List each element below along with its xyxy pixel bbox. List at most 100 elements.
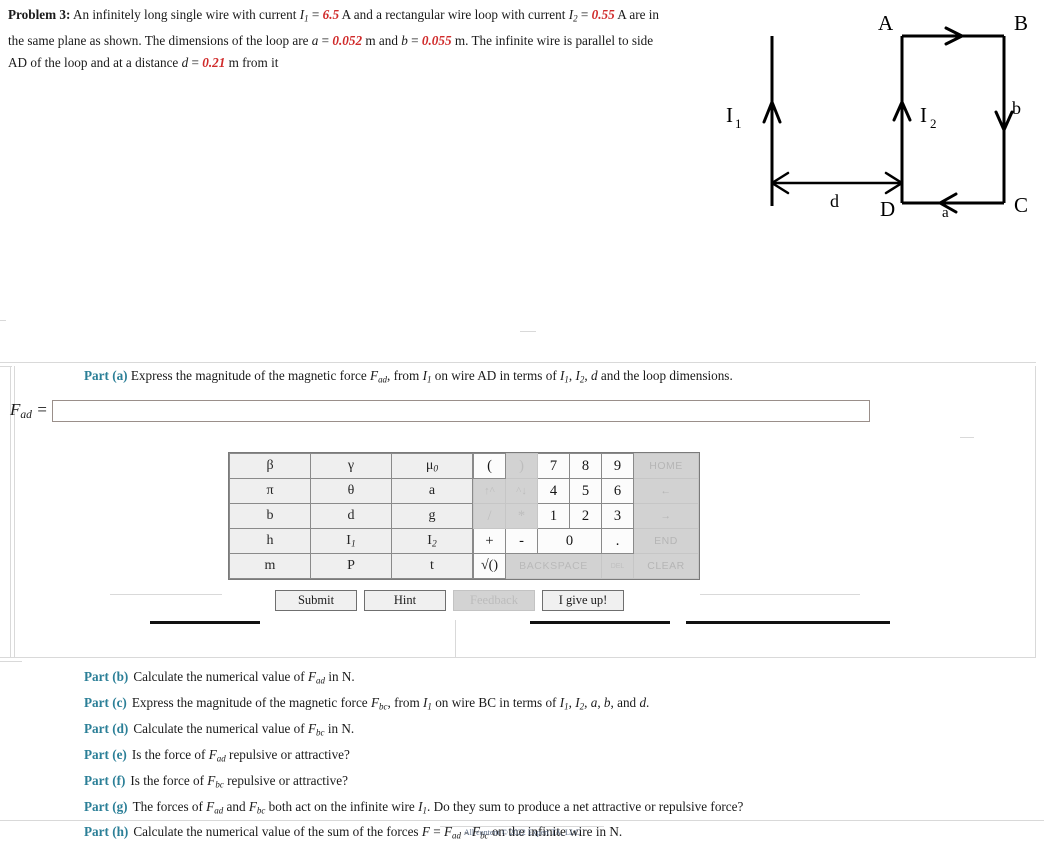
footer-copyright: All content © 2022 Expert TA, LLC — [463, 828, 581, 837]
key-5[interactable]: 5 — [569, 478, 602, 504]
key-plus[interactable]: + — [473, 528, 506, 554]
key-a-label: a — [428, 483, 436, 498]
key-home[interactable]: HOME — [633, 453, 699, 479]
action-button-row: Submit Hint Feedback I give up! — [275, 590, 624, 611]
parts-list: Part (b) Calculate the numerical value of… — [84, 666, 743, 847]
svg-text:A: A — [878, 11, 894, 35]
key-a[interactable]: a — [391, 478, 473, 504]
key-p-label: P — [347, 558, 355, 573]
svg-text:I: I — [920, 103, 927, 127]
svg-text:C: C — [1014, 193, 1028, 217]
key-beta[interactable]: β — [229, 453, 311, 479]
part-item: Part (e) Is the force of Fad repulsive or… — [84, 744, 743, 770]
submit-button[interactable]: Submit — [275, 590, 357, 611]
problem-body: An infinitely long single wire with curr… — [8, 7, 660, 70]
formula-keypad[interactable]: β γ μ0 π θ a b d g h I1 I2 m P t () 7 8… — [228, 452, 700, 580]
page-artifact-line — [960, 437, 974, 438]
feedback-button: Feedback — [453, 590, 535, 611]
key-del[interactable]: DEL — [601, 553, 634, 579]
part-text: Is the force of Fbc repulsive or attract… — [130, 772, 348, 790]
key-close-paren[interactable]: ) — [505, 453, 538, 479]
key-left-arrow[interactable]: ← — [633, 478, 699, 504]
key-i-two-subscript: 2 — [431, 539, 437, 550]
key-superscript-down[interactable]: ^↓ — [505, 478, 538, 504]
page-artifact-line — [110, 594, 222, 595]
part-item: Part (g) The forces of Fad and Fbc both a… — [84, 796, 743, 822]
part-a-text: Express the magnitude of the magnetic fo… — [130, 368, 733, 385]
keypad-row: √() BACKSPACE DEL CLEAR — [473, 553, 699, 579]
key-backspace[interactable]: BACKSPACE — [505, 553, 602, 579]
key-2[interactable]: 2 — [569, 503, 602, 529]
key-minus[interactable]: - — [505, 528, 538, 554]
page-artifact-line — [0, 362, 1036, 363]
part-item: Part (f) Is the force of Fbc repulsive or… — [84, 770, 743, 796]
answer-input[interactable] — [51, 400, 870, 422]
answer-label-symbol: F — [10, 400, 21, 420]
key-theta-label: θ — [347, 483, 355, 498]
key-right-arrow[interactable]: → — [633, 503, 699, 529]
part-item: Part (d) Calculate the numerical value of… — [84, 718, 743, 744]
key-superscript-up[interactable]: ↑^ — [473, 478, 506, 504]
hint-button[interactable]: Hint — [364, 590, 446, 611]
key-3[interactable]: 3 — [601, 503, 634, 529]
key-d[interactable]: d — [310, 503, 392, 529]
answer-row: Fad = — [10, 400, 870, 422]
key-h-label: h — [266, 533, 274, 548]
key-decimal[interactable]: . — [601, 528, 634, 554]
key-9[interactable]: 9 — [601, 453, 634, 479]
key-0[interactable]: 0 — [537, 528, 602, 554]
key-t[interactable]: t — [391, 553, 473, 579]
key-pi-label: π — [266, 483, 274, 498]
key-i-two[interactable]: I2 — [391, 528, 473, 554]
key-b[interactable]: b — [229, 503, 311, 529]
key-6[interactable]: 6 — [601, 478, 634, 504]
part-item: Part (b) Calculate the numerical value of… — [84, 666, 743, 692]
key-m-label: m — [264, 558, 276, 573]
key-gamma-label: γ — [347, 458, 355, 473]
key-clear[interactable]: CLEAR — [633, 553, 699, 579]
key-divide[interactable]: / — [473, 503, 506, 529]
symbol-keypad[interactable]: β γ μ0 π θ a b d g h I1 I2 m P t — [229, 453, 473, 579]
svg-text:I: I — [726, 103, 733, 127]
key-m[interactable]: m — [229, 553, 311, 579]
key-multiply[interactable]: * — [505, 503, 538, 529]
give-up-button[interactable]: I give up! — [542, 590, 624, 611]
key-mu-zero[interactable]: μ0 — [391, 453, 473, 479]
part-label: Part (b) — [84, 669, 129, 684]
page-artifact-bar — [150, 621, 260, 624]
svg-text:b: b — [1012, 98, 1021, 118]
keypad-row: m P t — [229, 553, 473, 579]
keypad-row: π θ a — [229, 478, 473, 504]
key-i-one-subscript: 1 — [350, 539, 356, 550]
key-7[interactable]: 7 — [537, 453, 570, 479]
key-t-label: t — [430, 558, 434, 573]
key-theta[interactable]: θ — [310, 478, 392, 504]
key-h[interactable]: h — [229, 528, 311, 554]
page-artifact-line — [455, 620, 456, 658]
problem-statement: Problem 3: An infinitely long single wir… — [8, 4, 668, 73]
page-artifact-bar — [530, 621, 670, 624]
part-text: The forces of Fad and Fbc both act on th… — [132, 798, 744, 816]
key-b-label: b — [266, 508, 274, 523]
page-artifact-line — [520, 331, 536, 332]
key-p[interactable]: P — [310, 553, 392, 579]
key-i-one[interactable]: I1 — [310, 528, 392, 554]
keypad-row: + - 0 . END — [473, 528, 699, 554]
key-end[interactable]: END — [633, 528, 699, 554]
key-pi[interactable]: π — [229, 478, 311, 504]
keypad-row: h I1 I2 — [229, 528, 473, 554]
page-artifact-line — [0, 657, 1036, 658]
key-1[interactable]: 1 — [537, 503, 570, 529]
key-gamma[interactable]: γ — [310, 453, 392, 479]
key-sqrt[interactable]: √() — [473, 553, 506, 579]
key-open-paren[interactable]: ( — [473, 453, 506, 479]
keypad-row: / * 1 2 3 → — [473, 503, 699, 529]
key-4[interactable]: 4 — [537, 478, 570, 504]
key-8[interactable]: 8 — [569, 453, 602, 479]
part-label: Part (d) — [84, 720, 129, 736]
numeric-keypad[interactable]: ( ) 7 8 9 HOME ↑^ ^↓ 4 5 6 ← / * 1 2 3 →… — [473, 453, 699, 579]
part-label: Part (g) — [84, 798, 128, 814]
keypad-row: ( ) 7 8 9 HOME — [473, 453, 699, 479]
key-g[interactable]: g — [391, 503, 473, 529]
problem-title: Problem 3: — [8, 7, 71, 22]
